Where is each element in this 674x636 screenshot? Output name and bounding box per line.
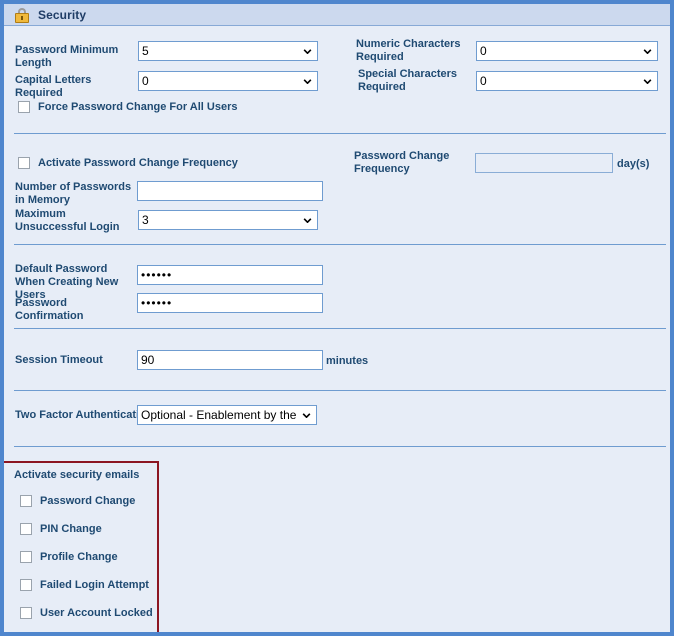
- special-characters-required-label: Special Characters Required: [358, 68, 458, 93]
- section-divider-3: [14, 328, 666, 329]
- capital-letters-required-value: 0: [142, 74, 149, 88]
- security-email-password-change-label: Password Change: [40, 495, 136, 507]
- two-factor-authentication-value: Optional - Enablement by the: [141, 408, 297, 422]
- maximum-unsuccessful-login-select[interactable]: 3: [138, 210, 318, 230]
- security-email-password-change-checkbox[interactable]: [20, 495, 32, 507]
- security-email-user-account-locked-row[interactable]: User Account Locked: [20, 607, 153, 619]
- padlock-icon: [15, 7, 29, 23]
- default-password-input[interactable]: [137, 265, 323, 285]
- session-timeout-label: Session Timeout: [15, 354, 103, 366]
- activate-password-change-frequency-label: Activate Password Change Frequency: [38, 157, 238, 169]
- section-divider-4: [14, 390, 666, 391]
- number-of-passwords-in-memory-input[interactable]: [137, 181, 323, 201]
- security-email-pin-change-checkbox[interactable]: [20, 523, 32, 535]
- section-divider-1: [14, 133, 666, 134]
- section-divider-5: [14, 446, 666, 447]
- chevron-down-icon: [303, 79, 312, 84]
- capital-letters-required-select[interactable]: 0: [138, 71, 318, 91]
- two-factor-authentication-select[interactable]: Optional - Enablement by the: [137, 405, 317, 425]
- security-settings-window: Security Password Minimum Length 5 Capit…: [0, 0, 674, 636]
- security-email-profile-change-checkbox[interactable]: [20, 551, 32, 563]
- security-email-user-account-locked-checkbox[interactable]: [20, 607, 32, 619]
- window-titlebar: Security: [4, 0, 670, 26]
- password-change-frequency-unit: day(s): [617, 158, 650, 170]
- chevron-down-icon: [643, 49, 652, 54]
- number-of-passwords-in-memory-label: Number of Passwords in Memory: [15, 181, 132, 206]
- password-minimum-length-label: Password Minimum Length: [15, 44, 119, 69]
- security-email-password-change-row[interactable]: Password Change: [20, 495, 135, 507]
- chevron-down-icon: [643, 79, 652, 84]
- activate-password-change-frequency-checkbox-row[interactable]: Activate Password Change Frequency: [18, 157, 238, 169]
- two-factor-authentication-label: Two Factor Authentication: [15, 409, 153, 421]
- chevron-down-icon: [302, 413, 311, 418]
- session-timeout-input[interactable]: [137, 350, 323, 370]
- maximum-unsuccessful-login-value: 3: [142, 213, 149, 227]
- security-emails-title: Activate security emails: [14, 469, 140, 481]
- security-email-failed-login-attempt-checkbox[interactable]: [20, 579, 32, 591]
- security-email-pin-change-label: PIN Change: [40, 523, 102, 535]
- special-characters-required-value: 0: [480, 74, 487, 88]
- password-change-frequency-input[interactable]: [475, 153, 613, 173]
- special-characters-required-select[interactable]: 0: [476, 71, 658, 91]
- security-email-profile-change-row[interactable]: Profile Change: [20, 551, 118, 563]
- security-email-failed-login-attempt-row[interactable]: Failed Login Attempt: [20, 579, 149, 591]
- section-divider-2: [14, 244, 666, 245]
- chevron-down-icon: [303, 49, 312, 54]
- chevron-down-icon: [303, 218, 312, 223]
- numeric-characters-required-select[interactable]: 0: [476, 41, 658, 61]
- numeric-characters-required-value: 0: [480, 44, 487, 58]
- force-password-change-label: Force Password Change For All Users: [38, 101, 238, 113]
- security-email-user-account-locked-label: User Account Locked: [40, 607, 153, 619]
- security-email-failed-login-attempt-label: Failed Login Attempt: [40, 579, 149, 591]
- password-minimum-length-select[interactable]: 5: [138, 41, 318, 61]
- maximum-unsuccessful-login-label: Maximum Unsuccessful Login: [15, 208, 120, 233]
- password-confirmation-label: Password Confirmation: [15, 297, 84, 322]
- password-minimum-length-value: 5: [142, 44, 149, 58]
- page-title: Security: [38, 7, 87, 22]
- activate-password-change-frequency-checkbox[interactable]: [18, 157, 30, 169]
- force-password-change-checkbox[interactable]: [18, 101, 30, 113]
- force-password-change-checkbox-row[interactable]: Force Password Change For All Users: [18, 101, 237, 113]
- numeric-characters-required-label: Numeric Characters Required: [356, 38, 461, 63]
- password-change-frequency-label: Password Change Frequency: [354, 150, 450, 175]
- session-timeout-unit: minutes: [326, 355, 369, 367]
- capital-letters-required-label: Capital Letters Required: [15, 74, 92, 99]
- password-confirmation-input[interactable]: [137, 293, 323, 313]
- security-email-pin-change-row[interactable]: PIN Change: [20, 523, 102, 535]
- security-email-profile-change-label: Profile Change: [40, 551, 118, 563]
